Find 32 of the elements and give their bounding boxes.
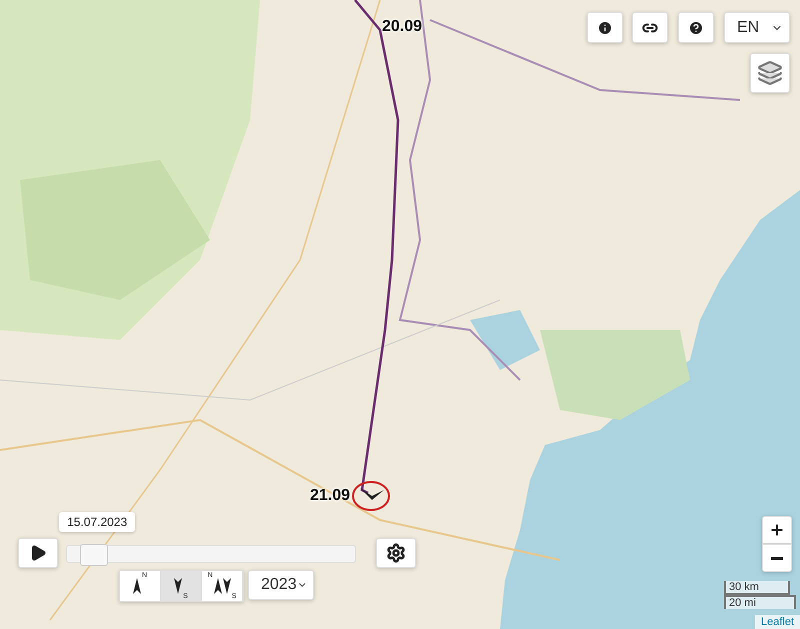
settings-icon xyxy=(386,543,406,563)
position-marker-ring xyxy=(352,481,390,511)
south-arrow-icon xyxy=(222,578,231,594)
help-icon xyxy=(688,20,704,36)
north-arrow-icon xyxy=(132,578,141,594)
zoom-in-button[interactable] xyxy=(762,516,792,544)
scale-bar: 20 mi xyxy=(724,595,796,609)
year-select[interactable]: 2023 xyxy=(248,570,314,600)
track-date-label: 21.09 xyxy=(310,487,350,505)
help-button[interactable] xyxy=(678,12,714,43)
play-button[interactable] xyxy=(18,538,58,568)
layers-button[interactable] xyxy=(750,53,790,93)
language-select[interactable]: EN xyxy=(724,12,790,43)
attribution-link[interactable]: Leaflet xyxy=(754,615,800,629)
north-arrow-icon xyxy=(214,578,222,594)
link-button[interactable] xyxy=(632,12,668,43)
slider-thumb[interactable] xyxy=(80,544,108,566)
language-code: EN xyxy=(737,18,760,36)
track-date-label: 20.09 xyxy=(382,18,422,36)
settings-button[interactable] xyxy=(376,538,416,568)
zoom-out-button[interactable] xyxy=(762,544,792,572)
info-button[interactable] xyxy=(587,12,623,43)
layers-icon xyxy=(757,60,783,86)
timeline-slider[interactable] xyxy=(66,545,356,563)
info-icon xyxy=(597,20,613,36)
south-arrow-icon xyxy=(174,578,182,594)
scale-bar: 30 km xyxy=(724,581,790,595)
minus-icon xyxy=(771,556,783,560)
play-icon xyxy=(29,544,47,562)
plus-icon xyxy=(769,522,785,538)
year-value: 2023 xyxy=(261,576,297,594)
date-tooltip: 15.07.2023 xyxy=(59,512,136,532)
